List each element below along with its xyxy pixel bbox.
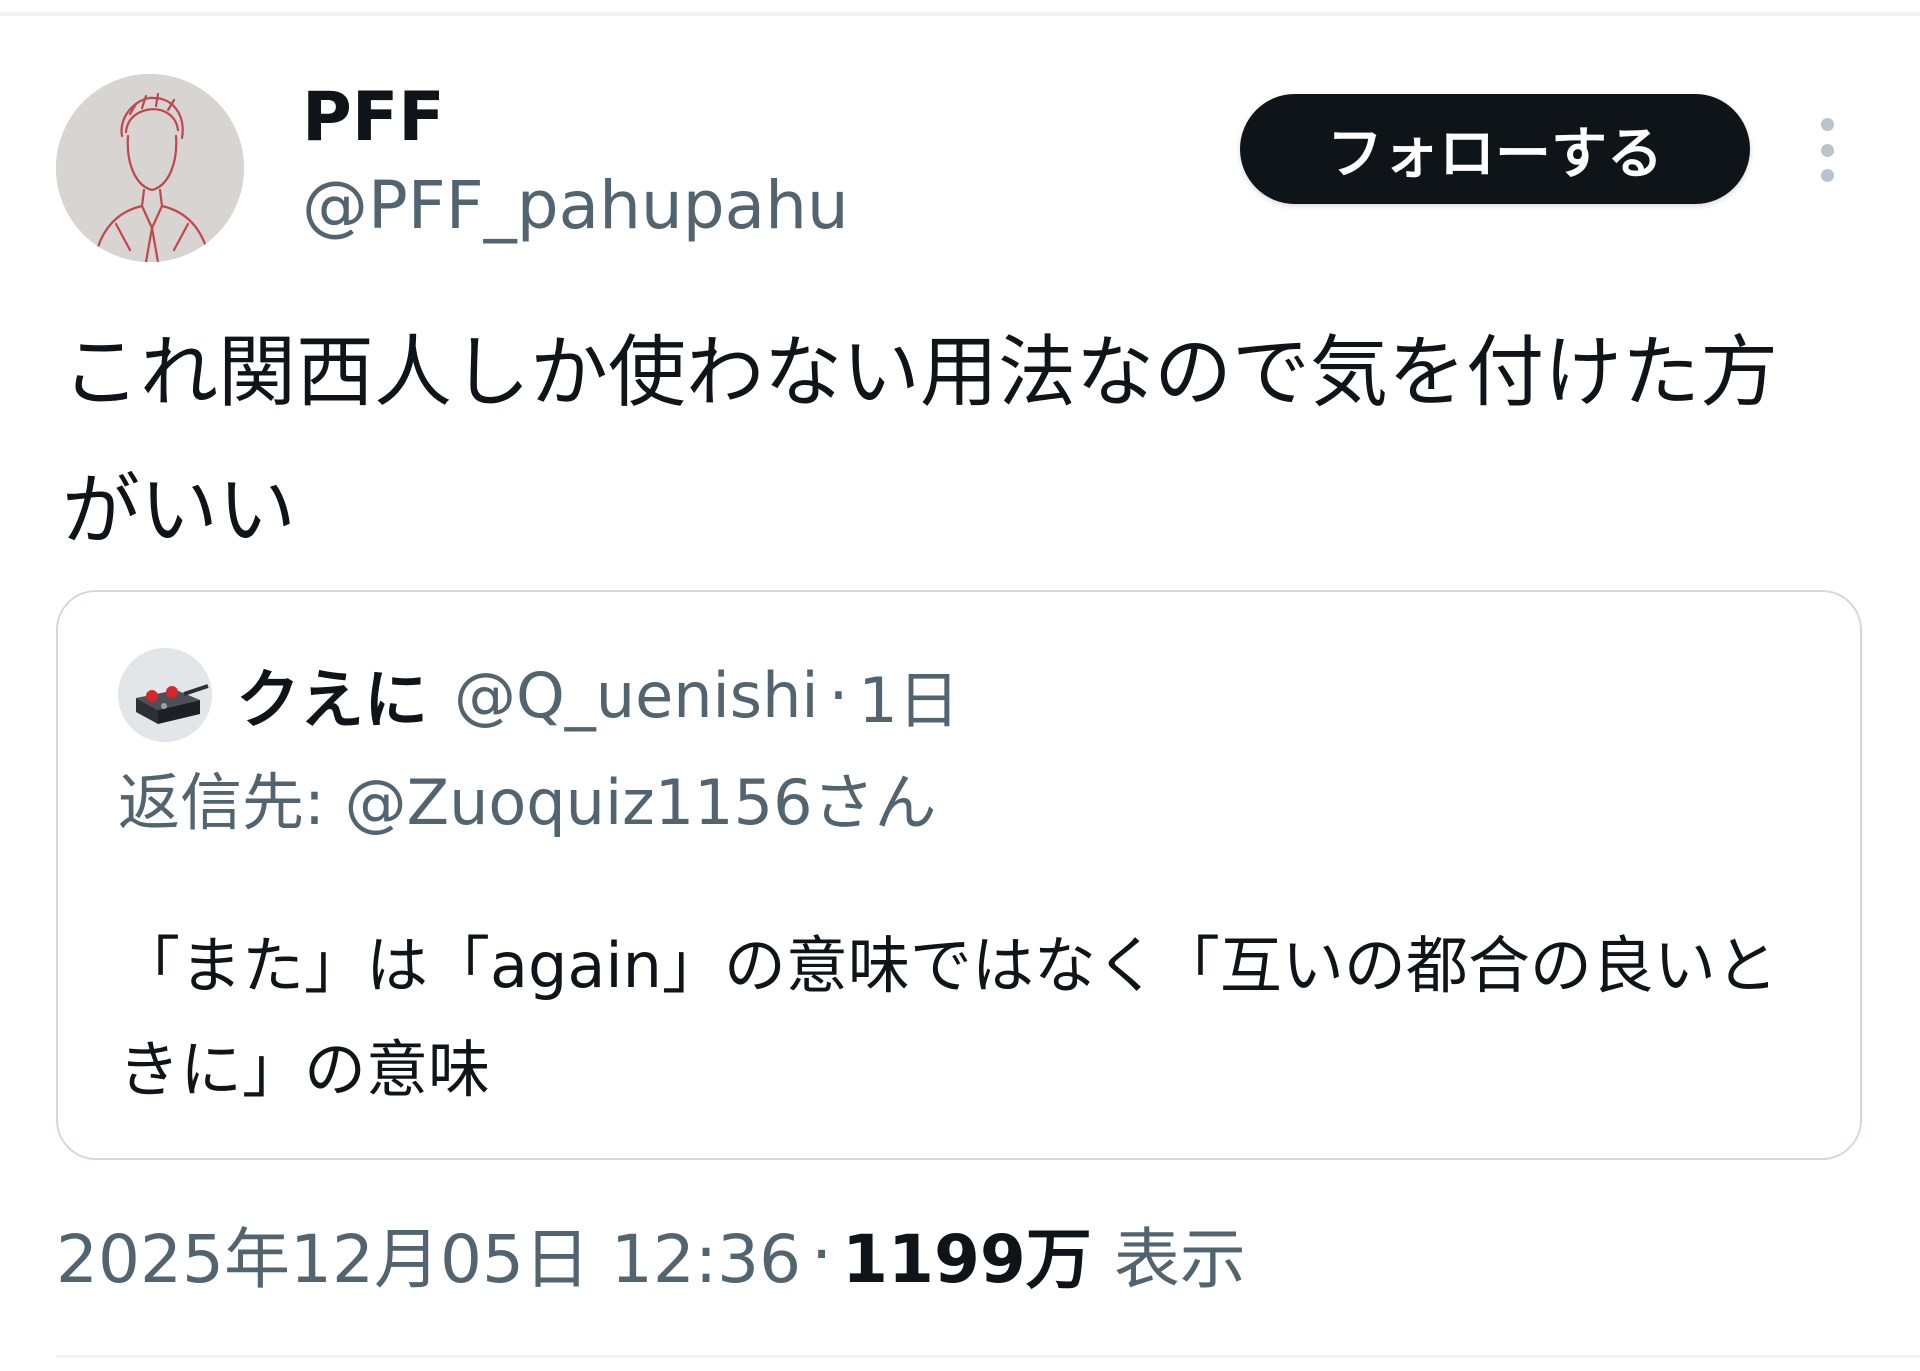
views-count[interactable]: 1199万 — [842, 1206, 1092, 1302]
more-vertical-icon — [1820, 118, 1834, 131]
author-avatar[interactable] — [56, 74, 244, 262]
reply-mention-link[interactable]: @Zuoquiz1156 — [345, 766, 813, 839]
bottom-divider — [56, 1355, 1920, 1358]
tweet-meta: 2025年12月05日 12:36 · 1199万 表示 — [56, 1206, 1246, 1302]
quoted-author-name[interactable]: クえに — [236, 649, 428, 741]
reply-context: 返信先: @Zuoquiz1156さん — [118, 760, 937, 846]
quoted-tweet-text: 「また」は「again」の意味ではなく「互いの都合の良いときに」の意味 — [118, 929, 1778, 1106]
more-vertical-icon-dot — [1820, 169, 1834, 182]
author-handle[interactable]: @PFF_pahupahu — [302, 166, 849, 246]
sketch-portrait-avatar-icon — [56, 74, 244, 262]
tweet-timestamp[interactable]: 2025年12月05日 12:36 — [56, 1206, 801, 1302]
more-options-button[interactable] — [1800, 110, 1854, 190]
quoted-author-handle[interactable]: @Q_uenishi — [454, 659, 819, 732]
views-label: 表示 — [1113, 1221, 1246, 1298]
device-avatar-icon — [118, 648, 212, 742]
follow-button[interactable]: フォローする — [1240, 94, 1750, 204]
quoted-author-avatar[interactable] — [118, 648, 212, 742]
author-display-name[interactable]: PFF — [302, 78, 445, 158]
quoted-tweet-time[interactable]: 1日 — [858, 650, 959, 740]
more-vertical-icon-dot — [1820, 143, 1834, 157]
reply-prefix: 返信先: — [118, 766, 345, 839]
quoted-tweet-card[interactable]: クえに @Q_uenishi · 1日 返信先: @Zuoquiz1156さん … — [56, 590, 1862, 1160]
reply-suffix: さん — [812, 766, 937, 839]
meta-separator: · — [811, 1215, 833, 1293]
quoted-tweet-header: クえに @Q_uenishi · 1日 — [236, 650, 960, 740]
tweet-text: これ関西人しか使わない用法なので気を付けた方がいい — [62, 328, 1779, 556]
quoted-header-separator: · — [828, 658, 849, 732]
top-divider — [0, 12, 1920, 16]
